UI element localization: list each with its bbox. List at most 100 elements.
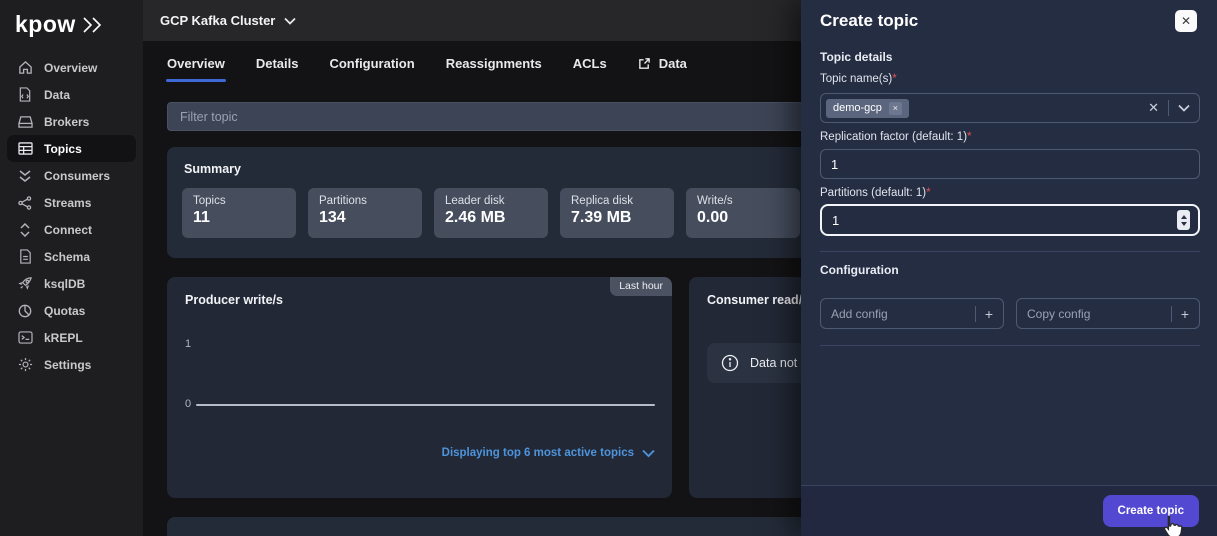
rocket-icon	[17, 276, 33, 292]
summary-card-leader-disk: Leader disk 2.46 MB	[434, 188, 548, 238]
table-icon	[17, 141, 33, 157]
tab-overview[interactable]: Overview	[167, 56, 225, 82]
external-link-icon	[638, 57, 651, 70]
sidebar-item-label: Connect	[44, 223, 92, 237]
tab-label: Overview	[167, 56, 225, 71]
tab-label: Details	[256, 56, 299, 71]
displaying-top-topics-link[interactable]: Displaying top 6 most active topics	[442, 447, 655, 459]
panel-footer: Create topic	[801, 485, 1217, 536]
card-label: Topics	[193, 195, 285, 207]
replication-factor-label: Replication factor (default: 1)*	[820, 131, 972, 143]
y-axis-tick-0: 0	[185, 398, 191, 410]
input-divider	[975, 306, 976, 322]
info-icon	[721, 354, 739, 372]
divider	[820, 251, 1200, 252]
label-text: Partitions (default: 1)	[820, 187, 926, 199]
number-stepper[interactable]	[1177, 210, 1190, 230]
chart-zero-line	[196, 404, 655, 406]
sidebar-item-label: Settings	[44, 358, 91, 372]
create-topic-button[interactable]: Create topic	[1103, 495, 1199, 527]
input-divider	[1171, 306, 1172, 322]
chart-link-label: Displaying top 6 most active topics	[442, 447, 634, 459]
tab-data[interactable]: Data	[638, 56, 687, 82]
sidebar-item-settings[interactable]: Settings	[7, 351, 136, 378]
sidebar-item-overview[interactable]: Overview	[7, 54, 136, 81]
sidebar-item-topics[interactable]: Topics	[7, 135, 136, 162]
chevron-down-icon	[284, 17, 296, 25]
sidebar-item-label: Schema	[44, 250, 90, 264]
select-placeholder: Copy config	[1027, 307, 1090, 321]
add-config-select[interactable]: Add config +	[820, 298, 1004, 329]
card-value: 134	[319, 209, 411, 227]
producer-chart-title: Producer write/s	[167, 277, 672, 307]
sidebar-item-quotas[interactable]: Quotas	[7, 297, 136, 324]
plus-icon[interactable]: +	[985, 306, 993, 322]
chevron-down-icon[interactable]	[1178, 104, 1190, 112]
topic-names-label: Topic name(s)*	[820, 73, 897, 85]
label-text: Topic name(s)	[820, 73, 892, 85]
sidebar-item-label: Consumers	[44, 169, 110, 183]
sidebar-item-label: Brokers	[44, 115, 89, 129]
tab-acls[interactable]: ACLs	[573, 56, 607, 82]
clear-selection-icon[interactable]: ✕	[1148, 100, 1159, 116]
sidebar-item-brokers[interactable]: Brokers	[7, 108, 136, 135]
home-icon	[17, 60, 33, 76]
y-axis-tick-1: 1	[185, 338, 191, 350]
required-asterisk: *	[967, 131, 971, 143]
sidebar-item-label: kREPL	[44, 331, 83, 345]
stepper-down-icon[interactable]	[1181, 222, 1187, 226]
producer-write-chart-panel: Producer write/s Last hour 1 0 Displayin…	[167, 277, 672, 498]
broker-drawer-icon	[17, 114, 33, 130]
card-label: Write/s	[697, 195, 789, 207]
chip-remove-icon[interactable]: ×	[889, 102, 902, 115]
required-asterisk: *	[892, 73, 896, 85]
section-topic-details: Topic details	[820, 50, 892, 64]
copy-config-select[interactable]: Copy config +	[1016, 298, 1200, 329]
tab-label: ACLs	[573, 56, 607, 71]
summary-card-writes: Write/s 0.00	[686, 188, 800, 238]
sidebar-item-consumers[interactable]: Consumers	[7, 162, 136, 189]
sidebar-item-label: Overview	[44, 61, 97, 75]
divider	[820, 345, 1200, 346]
tab-reassignments[interactable]: Reassignments	[446, 56, 542, 82]
topic-tabs: Overview Details Configuration Reassignm…	[167, 56, 687, 82]
data-file-icon	[17, 87, 33, 103]
replication-factor-input[interactable]	[820, 149, 1200, 179]
select-placeholder: Add config	[831, 307, 888, 321]
section-configuration: Configuration	[820, 263, 899, 277]
sidebar-item-schema[interactable]: Schema	[7, 243, 136, 270]
cluster-selector[interactable]: GCP Kafka Cluster	[160, 13, 296, 28]
sidebar-item-label: Quotas	[44, 304, 85, 318]
create-topic-panel: Create topic ✕ Topic details Topic name(…	[801, 0, 1217, 536]
card-label: Replica disk	[571, 195, 663, 207]
card-value: 7.39 MB	[571, 209, 663, 227]
sidebar-item-streams[interactable]: Streams	[7, 189, 136, 216]
tab-configuration[interactable]: Configuration	[329, 56, 414, 82]
summary-card-partitions: Partitions 134	[308, 188, 422, 238]
topic-names-multiselect[interactable]: demo-gcp × ✕	[820, 93, 1200, 123]
summary-card-replica-disk: Replica disk 7.39 MB	[560, 188, 674, 238]
plus-icon[interactable]: +	[1181, 306, 1189, 322]
document-icon	[17, 249, 33, 265]
partitions-input[interactable]	[820, 204, 1200, 236]
tab-details[interactable]: Details	[256, 56, 299, 82]
sort-carets-icon	[17, 222, 33, 238]
card-label: Leader disk	[445, 195, 537, 207]
sidebar-item-label: Streams	[44, 196, 91, 210]
sidebar-item-ksqldb[interactable]: ksqlDB	[7, 270, 136, 297]
panel-title: Create topic	[820, 11, 918, 31]
sidebar-item-label: ksqlDB	[44, 277, 85, 291]
stepper-up-icon[interactable]	[1181, 215, 1187, 219]
double-chevron-right-icon	[80, 15, 106, 35]
share-nodes-icon	[17, 195, 33, 211]
sidebar-item-krepl[interactable]: kREPL	[7, 324, 136, 351]
summary-card-topics: Topics 11	[182, 188, 296, 238]
sidebar-item-connect[interactable]: Connect	[7, 216, 136, 243]
cluster-name: GCP Kafka Cluster	[160, 13, 275, 28]
card-value: 11	[193, 209, 285, 227]
time-range-badge: Last hour	[610, 277, 672, 296]
close-icon[interactable]: ✕	[1175, 10, 1197, 32]
sidebar-nav: Overview Data Brokers Topics Consumers S…	[0, 50, 143, 382]
sidebar-item-data[interactable]: Data	[7, 81, 136, 108]
input-divider	[1168, 100, 1169, 116]
